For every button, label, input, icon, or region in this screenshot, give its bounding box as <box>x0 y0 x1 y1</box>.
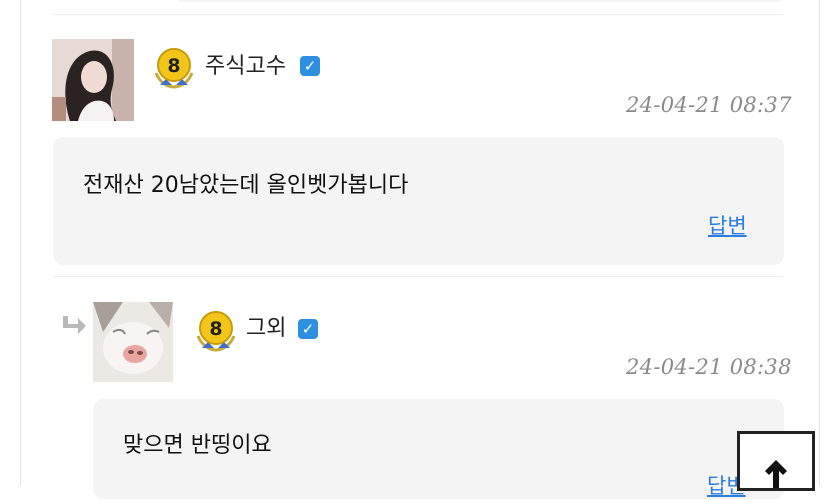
level-medal-icon: 8 <box>154 48 194 89</box>
comment-divider <box>53 276 783 277</box>
comment-author-name[interactable]: 그외 <box>246 316 286 342</box>
comment-bubble: 전재산 20남았는데 올인벳가봅니다 답변 <box>53 137 784 265</box>
comment-divider <box>53 14 783 15</box>
svg-text:8: 8 <box>209 318 222 340</box>
comment-timestamp: 24-04-21 08:38 <box>626 355 792 379</box>
verified-check-icon: ✓ <box>298 319 318 339</box>
previous-comment-bubble <box>174 0 784 2</box>
comment-timestamp: 24-04-21 08:37 <box>626 93 792 117</box>
reply-button[interactable]: 답변 <box>708 210 747 240</box>
reply-arrow-icon <box>63 316 86 334</box>
svg-text:8: 8 <box>167 55 180 77</box>
verified-check-icon: ✓ <box>300 56 320 76</box>
comment-author-name[interactable]: 주식고수 <box>205 54 286 80</box>
avatar-photo <box>52 39 134 121</box>
avatar-photo <box>93 302 173 382</box>
comment-text: 전재산 20남았는데 올인벳가봅니다 <box>83 173 409 198</box>
scroll-top-button[interactable] <box>737 431 815 491</box>
avatar[interactable] <box>52 39 134 121</box>
avatar[interactable] <box>93 302 173 382</box>
arrow-up-icon <box>765 460 787 488</box>
comment-bubble: 맞으면 반띵이요 답변 <box>93 399 784 499</box>
level-medal-icon: 8 <box>196 311 236 352</box>
comment-text: 맞으면 반띵이요 <box>123 433 272 458</box>
